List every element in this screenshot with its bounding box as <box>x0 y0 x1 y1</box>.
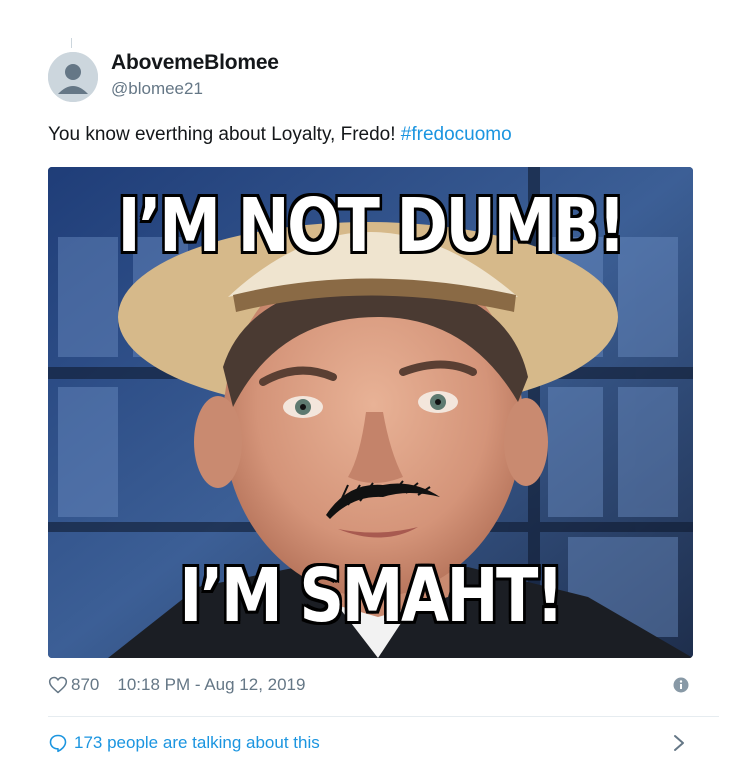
display-name[interactable]: AbovemeBlomee <box>111 51 279 75</box>
like-count[interactable]: 870 <box>71 675 99 695</box>
tweet-media-image[interactable]: I’M NOT DUMB! I’M SMAHT! <box>48 167 693 658</box>
tweet-body: You know everthing about Loyalty, Fredo! <box>48 124 401 145</box>
hashtag-link[interactable]: #fredocuomo <box>401 124 512 145</box>
conversation-link[interactable]: 173 people are talking about this <box>48 730 693 756</box>
divider <box>48 716 719 717</box>
embedded-tweet: AbovemeBlomee @blomee21 You know everthi… <box>0 0 735 783</box>
info-icon[interactable] <box>673 677 689 693</box>
meme-bottom-caption: I’M SMAHT! <box>179 553 564 639</box>
tweet-meta: 870 10:18 PM - Aug 12, 2019 <box>48 674 305 696</box>
heart-icon[interactable] <box>48 675 68 695</box>
user-handle[interactable]: @blomee21 <box>111 79 203 99</box>
thread-connector <box>71 38 72 48</box>
avatar[interactable] <box>48 52 98 102</box>
chevron-right-icon[interactable] <box>672 733 686 753</box>
talking-count-text[interactable]: 173 people are talking about this <box>74 733 320 753</box>
meme-top-caption: I’M NOT DUMB! <box>117 183 626 269</box>
tweet-text: You know everthing about Loyalty, Fredo!… <box>48 124 512 146</box>
speech-bubble-icon <box>49 734 67 753</box>
tweet-timestamp[interactable]: 10:18 PM - Aug 12, 2019 <box>117 675 305 695</box>
default-avatar-icon <box>48 52 98 102</box>
